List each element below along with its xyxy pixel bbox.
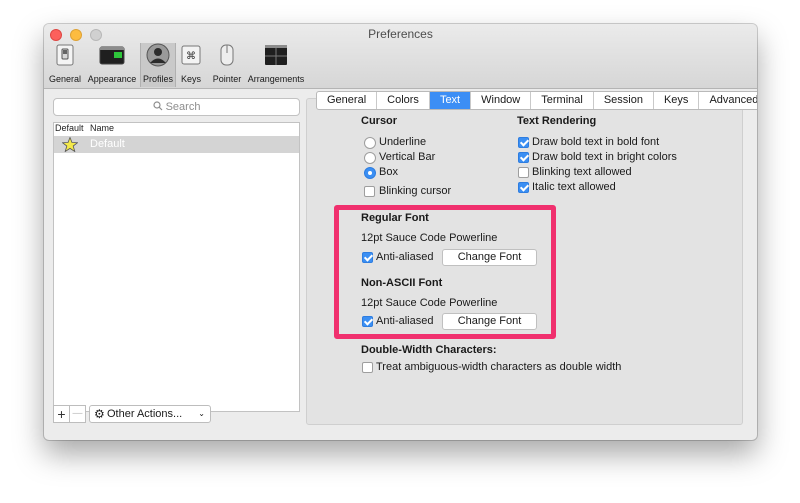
blinking-text-checkbox[interactable]: [518, 167, 529, 178]
toolbar-pointer[interactable]: Pointer: [208, 43, 246, 87]
cursor-underline-radio[interactable]: [364, 137, 376, 149]
remove-profile-button[interactable]: —: [69, 405, 86, 423]
toolbar-general[interactable]: General: [46, 43, 84, 87]
preferences-window: Preferences General Appearance Profiles …: [44, 24, 757, 440]
italic-text-checkbox[interactable]: [518, 182, 529, 193]
search-input[interactable]: Search: [53, 98, 300, 116]
bright-colors-checkbox[interactable]: [518, 152, 529, 163]
profile-name: Default: [90, 138, 125, 150]
cursor-vertical-bar-radio[interactable]: [364, 152, 376, 164]
toolbar-label: General: [48, 74, 82, 84]
tab-keys[interactable]: Keys: [654, 92, 700, 109]
toolbar-label: Appearance: [87, 74, 137, 84]
cursor-underline-label: Underline: [379, 136, 427, 148]
settings-tabs: General Colors Text Window Terminal Sess…: [316, 91, 757, 110]
mouse-icon: [220, 44, 234, 66]
profile-row[interactable]: Default: [54, 136, 299, 153]
blinking-text-label: Blinking text allowed: [532, 166, 632, 178]
tab-general[interactable]: General: [317, 92, 378, 109]
cursor-box-radio[interactable]: [364, 167, 376, 179]
toolbar-label: Pointer: [212, 74, 242, 84]
toolbar-label: Profiles: [142, 74, 173, 84]
other-actions-label: Other Actions...: [107, 408, 183, 420]
other-actions-button[interactable]: ⚙ Other Actions... ⌄: [89, 405, 211, 423]
italic-text-label: Italic text allowed: [532, 181, 616, 193]
profiles-list: Default Name Default: [53, 122, 300, 412]
double-width-label: Treat ambiguous-width characters as doub…: [376, 361, 622, 373]
toolbar-arrangements[interactable]: Arrangements: [246, 43, 306, 87]
title-bar: Preferences General Appearance Profiles …: [44, 24, 757, 89]
window-arrangement-icon: [265, 45, 287, 65]
tab-text[interactable]: Text: [429, 92, 472, 109]
blinking-cursor-label: Blinking cursor: [379, 185, 452, 197]
chevron-down-icon: ⌄: [198, 409, 205, 418]
default-star-icon: [62, 137, 78, 152]
column-header-name: Name: [90, 123, 115, 133]
search-icon: [152, 101, 162, 111]
column-header-default: Default: [55, 123, 84, 133]
double-width-checkbox[interactable]: [362, 362, 373, 373]
blinking-cursor-checkbox[interactable]: [364, 186, 375, 197]
cursor-box-label: Box: [379, 166, 398, 178]
bright-colors-label: Draw bold text in bright colors: [532, 151, 677, 163]
tab-session[interactable]: Session: [594, 92, 654, 109]
terminal-window-icon: [99, 46, 125, 65]
toolbar-label: Arrangements: [247, 74, 305, 84]
svg-text:⌘: ⌘: [186, 51, 196, 62]
person-icon: [146, 43, 170, 67]
text-rendering-heading: Text Rendering: [517, 115, 597, 127]
switch-icon: [56, 44, 74, 66]
window-title: Preferences: [368, 27, 433, 41]
toolbar-keys[interactable]: ⌘ Keys: [178, 43, 204, 87]
cursor-vertical-bar-label: Vertical Bar: [379, 151, 436, 163]
bold-font-checkbox[interactable]: [518, 137, 529, 148]
toolbar-profiles[interactable]: Profiles: [140, 43, 176, 87]
double-width-heading: Double-Width Characters:: [361, 344, 497, 356]
toolbar-appearance[interactable]: Appearance: [86, 43, 138, 87]
tab-advanced[interactable]: Advanced: [699, 92, 757, 109]
tab-colors[interactable]: Colors: [377, 92, 430, 109]
toolbar-label: Keys: [180, 74, 201, 84]
tab-window[interactable]: Window: [471, 92, 532, 109]
tab-terminal[interactable]: Terminal: [531, 92, 594, 109]
bold-font-label: Draw bold text in bold font: [532, 136, 660, 148]
add-profile-button[interactable]: +: [53, 405, 70, 423]
gear-icon: ⚙: [94, 407, 105, 421]
search-placeholder: Search: [165, 101, 201, 113]
command-key-icon: ⌘: [181, 45, 201, 65]
highlight-annotation: [334, 205, 556, 339]
cursor-heading: Cursor: [361, 115, 398, 127]
